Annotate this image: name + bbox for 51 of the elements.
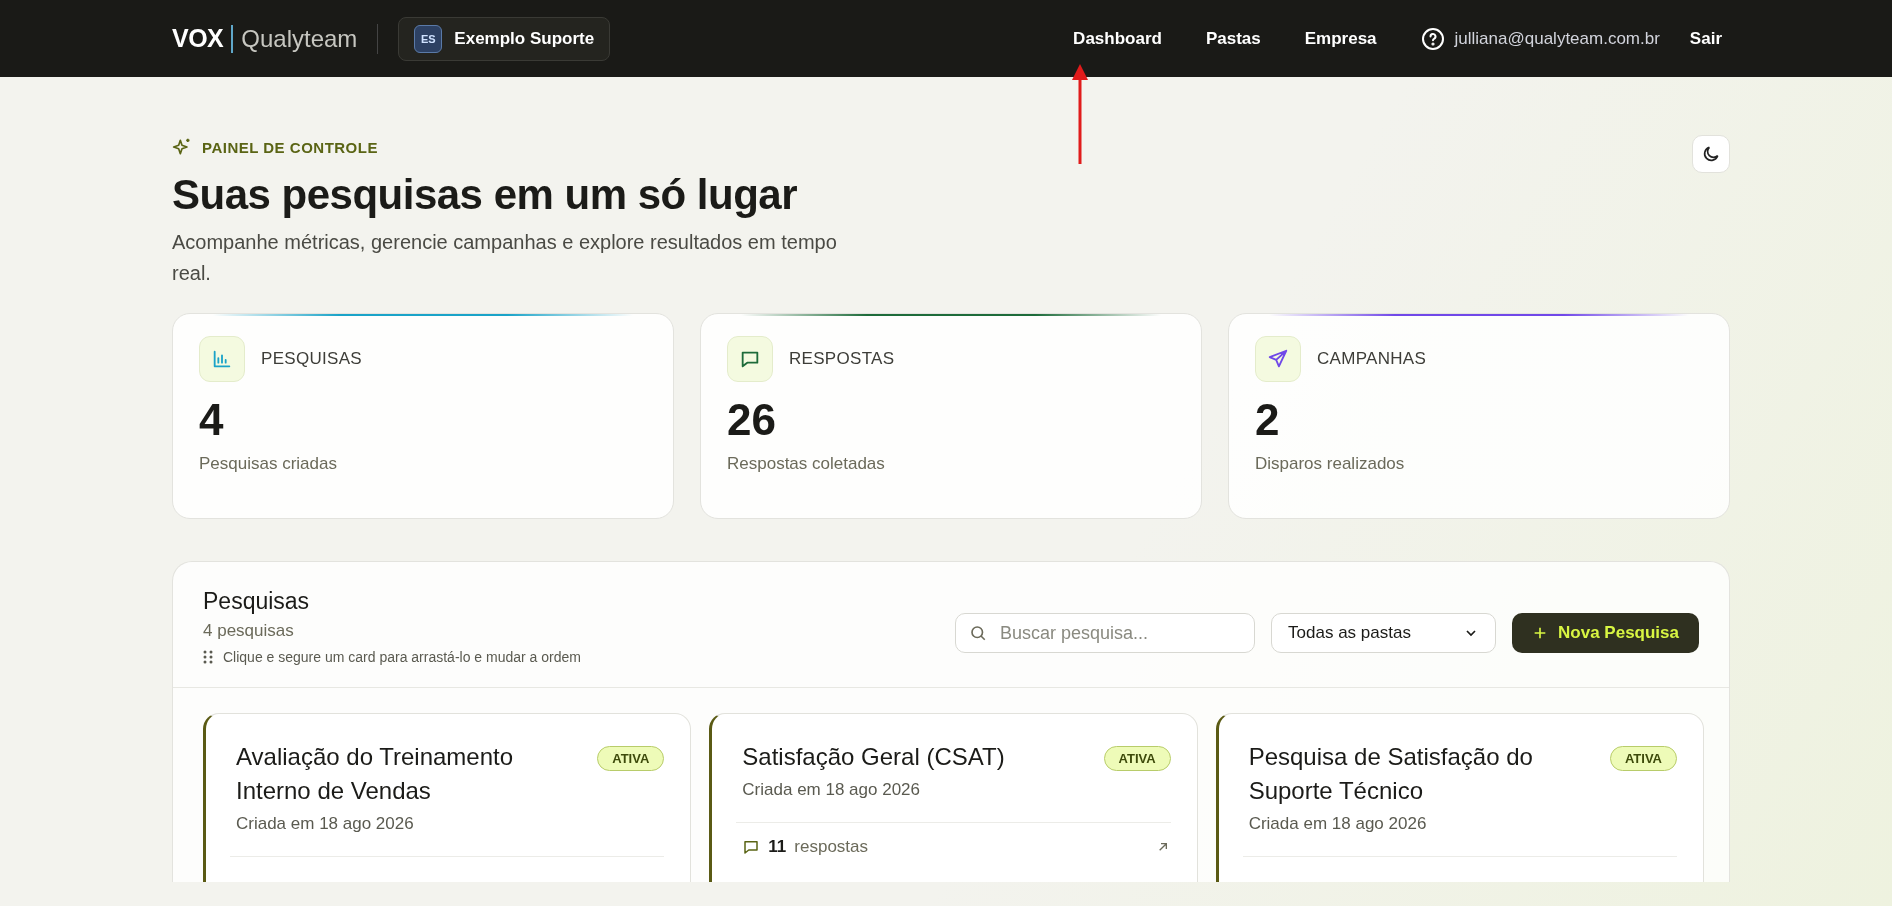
drag-hint: Clique e segure um card para arrastá-lo e mudar a ordem — [223, 649, 581, 665]
status-badge: ATIVA — [1609, 746, 1677, 771]
panel-title: Pesquisas — [203, 588, 311, 615]
theme-toggle-button[interactable] — [1692, 135, 1730, 173]
survey-title: Pesquisa de Satisfação do Suporte Técnico — [1248, 742, 1534, 806]
response-count: 11 — [768, 837, 787, 857]
stat-value: 2 — [1255, 394, 1281, 446]
created-date: Criada em 18 ago 2026 — [1248, 814, 1428, 834]
stat-value: 4 — [199, 394, 225, 446]
stat-value: 26 — [727, 394, 777, 446]
nav-link[interactable]: Dashboard — [1073, 28, 1162, 49]
page-subtitle: Acompanhe métricas, gerencie campanhas e explore resultados em tempo real. — [172, 230, 838, 286]
section-eyebrow: PAINEL DE CONTROLE — [202, 138, 378, 156]
survey-count: 4 pesquisas — [203, 621, 295, 641]
sparkle-icon — [172, 137, 192, 157]
created-date: Criada em 18 ago 2026 — [742, 780, 921, 800]
nav-link[interactable]: Empresa — [1304, 28, 1377, 49]
user-email: julliana@qualyteam.com.br — [1454, 28, 1660, 49]
logout-link[interactable]: Sair — [1689, 28, 1722, 49]
workspace-selector[interactable]: ES Exemplo Suporte — [398, 16, 611, 61]
new-survey-button[interactable]: Nova Pesquisa — [1512, 613, 1699, 653]
help-icon[interactable] — [1420, 26, 1445, 51]
survey-title: Avaliação do Treinamento Interno de Vendas — [236, 742, 515, 806]
stat-label: RESPOSTAS — [789, 349, 895, 369]
chat-bubble-icon — [742, 838, 761, 856]
paper-plane-icon — [1267, 348, 1289, 370]
survey-card[interactable]: Pesquisa de Satisfação do Suporte Técnico ATIVA Criada em 18 ago 2026 — [1215, 713, 1704, 882]
survey-card[interactable]: Avaliação do Treinamento Interno de Vendas ATIVA Criada em 18 ago 2026 — [203, 713, 692, 882]
status-badge: ATIVA — [1103, 746, 1171, 771]
workspace-name: Exemplo Suporte — [454, 28, 595, 49]
stat-caption: Respostas coletadas — [727, 454, 886, 474]
folder-dropdown[interactable]: Todas as pastas — [1271, 613, 1497, 653]
stat-caption: Pesquisas criadas — [199, 454, 338, 474]
brand-name: Qualyteam — [241, 24, 358, 53]
nav-link[interactable]: Pastas — [1205, 28, 1261, 49]
status-badge: ATIVA — [597, 746, 665, 771]
workspace-badge: ES — [414, 24, 443, 53]
page-title: Suas pesquisas em um só lugar — [172, 170, 799, 220]
search-field[interactable]: Buscar pesquisa... — [955, 613, 1256, 653]
stat-label: CAMPANHAS — [1317, 349, 1427, 369]
drag-handle-icon — [203, 650, 213, 664]
search-icon — [969, 624, 988, 642]
created-date: Criada em 18 ago 2026 — [236, 814, 415, 834]
survey-title: Satisfação Geral (CSAT) — [742, 742, 1005, 772]
response-label: respostas — [794, 837, 868, 857]
survey-card[interactable]: Satisfação Geral (CSAT) ATIVA Criada em 18 ago 2026 11 respostas — [709, 713, 1198, 882]
stat-label: PESQUISAS — [261, 349, 362, 369]
bar-chart-icon — [211, 348, 233, 370]
moon-icon — [1701, 144, 1721, 164]
stat-caption: Disparos realizados — [1255, 454, 1406, 474]
logo-text: VOX — [172, 24, 224, 53]
